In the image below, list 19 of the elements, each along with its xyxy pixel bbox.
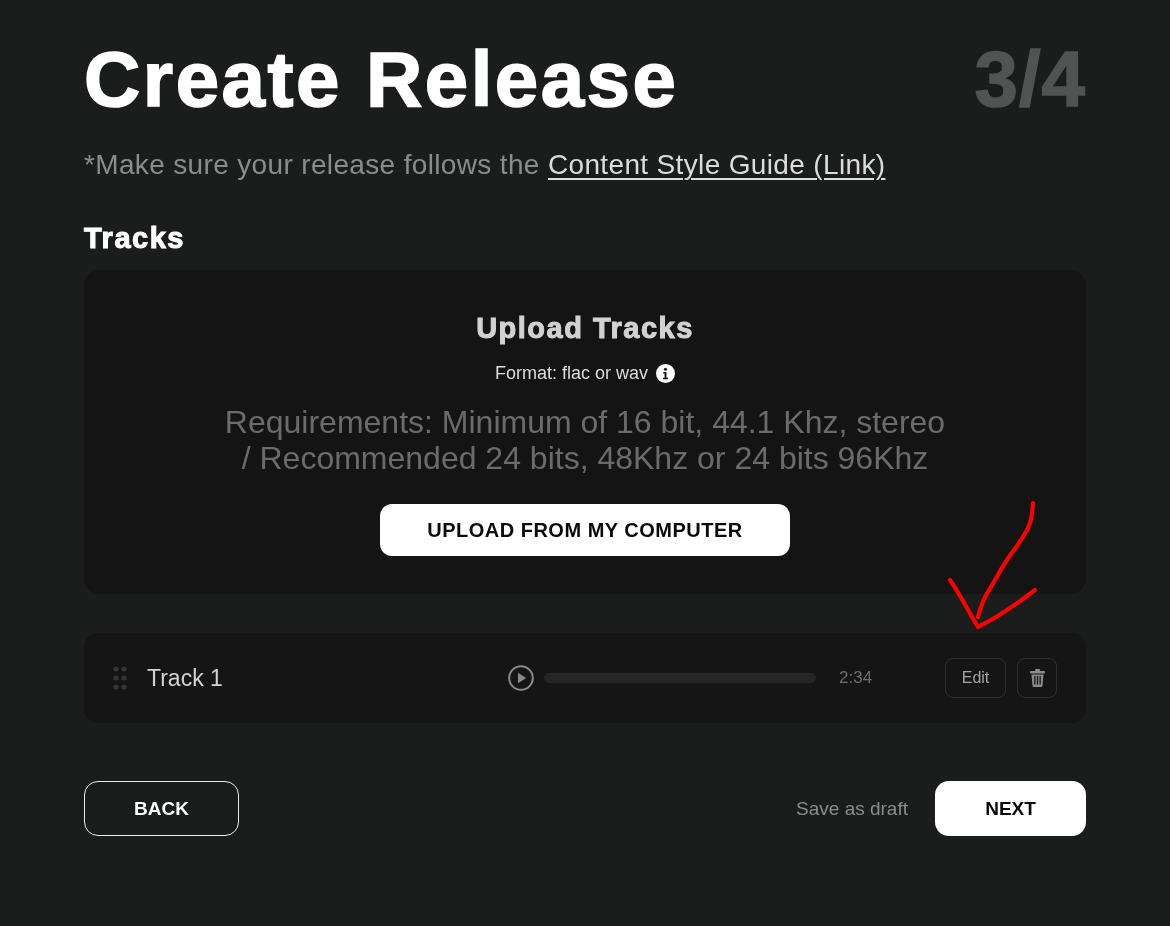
play-icon[interactable] — [508, 665, 534, 691]
upload-button[interactable]: UPLOAD FROM MY COMPUTER — [380, 504, 790, 556]
style-guide-link[interactable]: Content Style Guide (Link) — [547, 149, 886, 180]
trash-icon — [1029, 669, 1045, 687]
save-draft-button[interactable]: Save as draft — [796, 797, 908, 820]
notice-text: *Make sure your release follows the Content Style Guide (Link) — [84, 148, 886, 182]
section-heading: Tracks — [84, 221, 185, 255]
next-button[interactable]: NEXT — [935, 781, 1086, 836]
info-icon[interactable] — [656, 363, 675, 383]
drag-handle-icon[interactable] — [113, 666, 127, 690]
requirements-text: Requirements: Minimum of 16 bit, 44.1 Khz, stereo / Recommended 24 bits, 48Khz or 24 bits 96Khz — [224, 404, 946, 476]
page-title: Create Release — [84, 40, 679, 118]
format-text: Format: flac or wav — [494, 362, 648, 385]
delete-button[interactable] — [1017, 658, 1057, 698]
edit-button[interactable]: Edit — [945, 658, 1006, 698]
upload-title: Upload Tracks — [476, 311, 694, 345]
track-name: Track 1 — [147, 664, 223, 692]
back-button[interactable]: BACK — [84, 781, 239, 836]
track-duration: 2:34 — [839, 668, 873, 688]
